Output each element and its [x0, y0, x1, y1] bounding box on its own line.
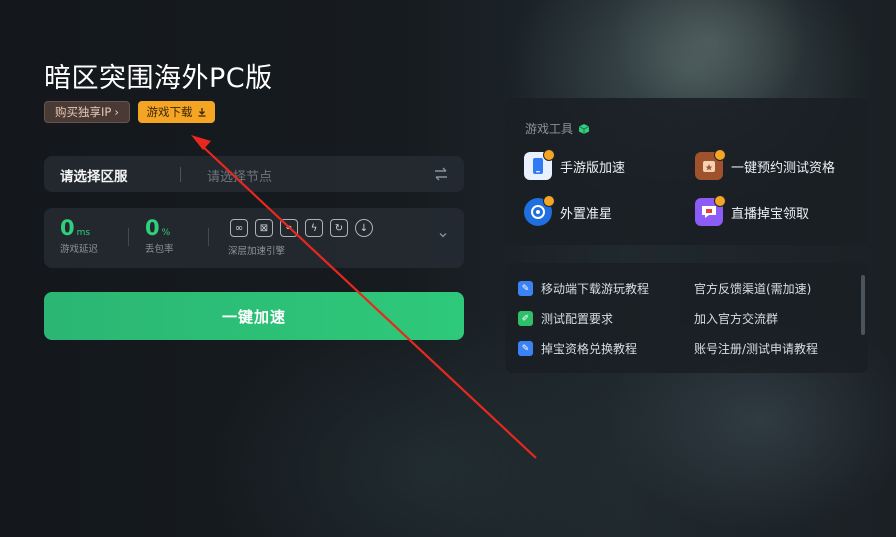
annotation-arrow: [191, 135, 537, 459]
